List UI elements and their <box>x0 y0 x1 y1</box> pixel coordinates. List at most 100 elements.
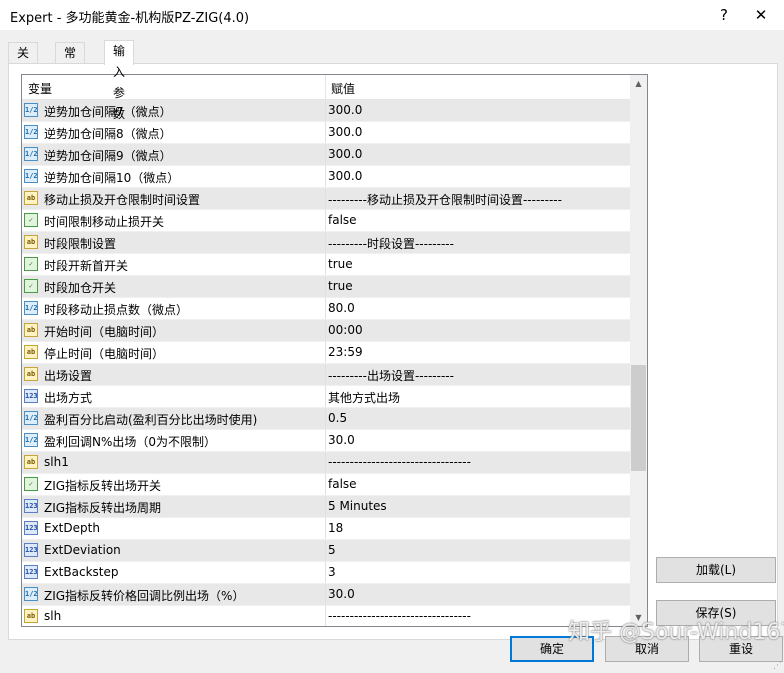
cell-divider <box>325 518 326 539</box>
table-row[interactable]: 123 ExtDepth 18 <box>22 518 630 540</box>
bool-type-icon: ✓ <box>24 257 38 271</box>
cell-divider <box>325 298 326 319</box>
parameter-value[interactable]: 80.0 <box>328 301 355 315</box>
parameter-value[interactable]: 300.0 <box>328 103 362 117</box>
table-row[interactable]: 1/2 盈利回调N%出场（0为不限制） 30.0 <box>22 430 630 452</box>
table-row[interactable]: 123 ExtDeviation 5 <box>22 540 630 562</box>
table-row[interactable]: 1/2 逆势加仓间隔10（微点） 300.0 <box>22 166 630 188</box>
parameter-value[interactable]: 30.0 <box>328 433 355 447</box>
cell-divider <box>325 430 326 451</box>
parameter-name: ExtBackstep <box>44 565 119 579</box>
parameter-name: 时段限制设置 <box>44 237 117 251</box>
column-header-variable[interactable]: 变量 <box>28 80 52 97</box>
parameter-name: ZIG指标反转价格回调比例出场（%） <box>44 589 245 603</box>
parameter-name: 开始时间（电脑时间） <box>44 325 165 339</box>
parameter-value[interactable]: 300.0 <box>328 169 362 183</box>
parameter-name: slh1 <box>44 455 69 469</box>
tab-inputs[interactable]: 输入参数 <box>104 40 135 121</box>
table-row[interactable]: ✓ 时间限制移动止损开关 false <box>22 210 630 232</box>
txt-type-icon: ab <box>24 191 38 205</box>
table-row[interactable]: ab slh1 --------------------------------- <box>22 452 630 474</box>
table-row[interactable]: 123 ExtBackstep 3 <box>22 562 630 584</box>
cell-divider <box>325 232 326 253</box>
txt-type-icon: ab <box>24 345 38 359</box>
parameter-value[interactable]: 300.0 <box>328 147 362 161</box>
resize-grip-icon[interactable]: ⋰ <box>773 661 782 671</box>
tab-about[interactable]: 关于 <box>8 42 39 81</box>
parameter-name: 盈利百分比启动(盈利百分比出场时使用) <box>44 413 258 427</box>
parameter-value[interactable]: --------------------------------- <box>328 455 471 469</box>
cell-divider <box>325 254 326 275</box>
cell-divider <box>325 188 326 209</box>
column-divider <box>325 75 326 99</box>
parameter-value[interactable]: ---------出场设置--------- <box>328 367 454 384</box>
table-row[interactable]: ab 停止时间（电脑时间） 23:59 <box>22 342 630 364</box>
parameter-value[interactable]: 300.0 <box>328 125 362 139</box>
cell-divider <box>325 210 326 231</box>
table-row[interactable]: 123 出场方式 其他方式出场 <box>22 386 630 408</box>
parameter-value[interactable]: 其他方式出场 <box>328 389 400 406</box>
table-row[interactable]: 1/2 逆势加仓间隔9（微点） 300.0 <box>22 144 630 166</box>
table-row[interactable]: 1/2 盈利百分比启动(盈利百分比出场时使用) 0.5 <box>22 408 630 430</box>
close-button[interactable]: ✕ <box>746 4 776 26</box>
title-bar: Expert - 多功能黄金-机构版PZ-ZIG(4.0) ? ✕ <box>0 0 784 30</box>
help-button[interactable]: ? <box>709 4 739 26</box>
watermark: 知乎 @Sour-Wind167 <box>568 620 784 645</box>
table-row[interactable]: 1/2 ZIG指标反转价格回调比例出场（%） 30.0 <box>22 584 630 606</box>
parameter-value[interactable]: false <box>328 477 357 491</box>
table-row[interactable]: ab 出场设置 ---------出场设置--------- <box>22 364 630 386</box>
parameter-value[interactable]: true <box>328 279 353 293</box>
parameter-value[interactable]: 5 Minutes <box>328 499 387 513</box>
parameter-value[interactable]: ---------时段设置--------- <box>328 235 454 252</box>
parameter-value[interactable]: 18 <box>328 521 343 535</box>
tab-common[interactable]: 常用 <box>55 42 86 81</box>
table-row[interactable]: ab 移动止损及开仓限制时间设置 ---------移动止损及开仓限制时间设置---… <box>22 188 630 210</box>
num-type-icon: 123 <box>24 565 38 579</box>
table-row[interactable]: ab 时段限制设置 ---------时段设置--------- <box>22 232 630 254</box>
parameter-value[interactable]: 00:00 <box>328 323 363 337</box>
parameter-value[interactable]: 23:59 <box>328 345 363 359</box>
vertical-scrollbar[interactable]: ▲ ▼ <box>630 75 647 626</box>
txt-type-icon: ab <box>24 609 38 623</box>
parameter-name: 出场方式 <box>44 391 93 405</box>
parameter-value[interactable]: false <box>328 213 357 227</box>
table-row[interactable]: ✓ 时段加仓开关 true <box>22 276 630 298</box>
scroll-thumb[interactable] <box>631 365 646 471</box>
table-row[interactable]: 123 ZIG指标反转出场周期 5 Minutes <box>22 496 630 518</box>
parameter-name: ExtDepth <box>44 521 100 535</box>
cell-divider <box>325 584 326 605</box>
parameter-value[interactable]: 5 <box>328 543 336 557</box>
txt-type-icon: ab <box>24 323 38 337</box>
table-row[interactable]: ab slh --------------------------------- <box>22 606 630 626</box>
parameter-value[interactable]: ---------移动止损及开仓限制时间设置--------- <box>328 191 562 208</box>
parameter-name: 逆势加仓间隔7（微点） <box>44 105 172 119</box>
parameter-name: 逆势加仓间隔9（微点） <box>44 149 172 163</box>
num-type-icon: 123 <box>24 521 38 535</box>
column-header-value[interactable]: 赋值 <box>331 80 355 97</box>
parameter-value[interactable]: 0.5 <box>328 411 347 425</box>
table-row[interactable]: ab 开始时间（电脑时间） 00:00 <box>22 320 630 342</box>
load-button[interactable]: 加载(L) <box>656 557 776 583</box>
table-row[interactable]: 1/2 时段移动止损点数（微点） 80.0 <box>22 298 630 320</box>
table-row[interactable]: 1/2 逆势加仓间隔8（微点） 300.0 <box>22 122 630 144</box>
table-row[interactable]: ✓ ZIG指标反转出场开关 false <box>22 474 630 496</box>
scroll-up-icon[interactable]: ▲ <box>630 75 647 92</box>
txt-type-icon: ab <box>24 455 38 469</box>
real-type-icon: 1/2 <box>24 587 38 601</box>
num-type-icon: 123 <box>24 389 38 403</box>
parameter-value[interactable]: 30.0 <box>328 587 355 601</box>
parameter-value[interactable]: --------------------------------- <box>328 609 471 623</box>
parameter-name: 逆势加仓间隔10（微点） <box>44 171 180 185</box>
num-type-icon: 123 <box>24 543 38 557</box>
parameter-name: 时段移动止损点数（微点） <box>44 303 189 317</box>
parameter-value[interactable]: 3 <box>328 565 336 579</box>
table-row[interactable]: ✓ 时段开新首开关 true <box>22 254 630 276</box>
window-title: Expert - 多功能黄金-机构版PZ-ZIG(4.0) <box>10 11 250 26</box>
real-type-icon: 1/2 <box>24 103 38 117</box>
parameter-name: 出场设置 <box>44 369 93 383</box>
cell-divider <box>325 562 326 583</box>
bool-type-icon: ✓ <box>24 477 38 491</box>
cell-divider <box>325 320 326 341</box>
cell-divider <box>325 144 326 165</box>
parameter-value[interactable]: true <box>328 257 353 271</box>
